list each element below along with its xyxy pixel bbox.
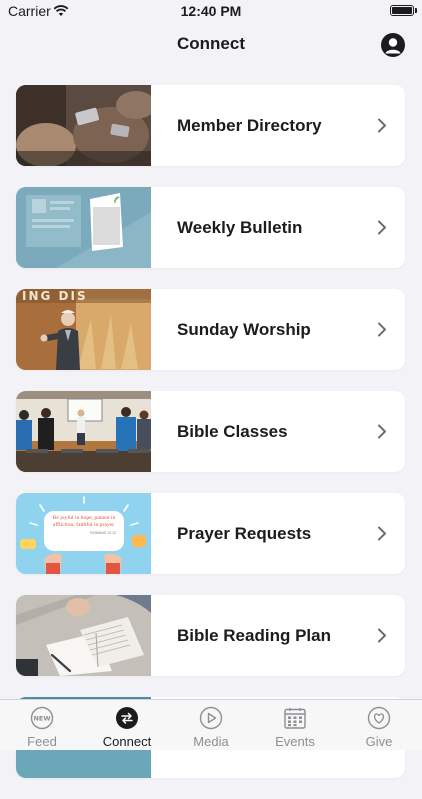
bible-classes-card[interactable]: Bible Classes bbox=[16, 391, 405, 472]
bible-reading-plan-label: Bible Reading Plan bbox=[177, 626, 331, 645]
weekly-bulletin-label: Weekly Bulletin bbox=[177, 218, 303, 237]
tab-media[interactable]: Media bbox=[169, 700, 253, 751]
tab-events[interactable]: Events bbox=[253, 700, 337, 751]
member-directory-thumbnail bbox=[16, 85, 151, 166]
prayer-thumbnail-verse: Be joyful in hope, patient in affliction… bbox=[46, 515, 122, 537]
prayer-requests-card[interactable]: Be joyful in hope, patient in affliction… bbox=[16, 493, 405, 574]
tab-feed[interactable]: NEW Feed bbox=[0, 700, 84, 751]
weekly-bulletin-thumbnail bbox=[16, 187, 151, 268]
chevron-right-icon bbox=[378, 220, 386, 235]
tab-feed-label: Feed bbox=[27, 734, 57, 749]
battery-nub bbox=[415, 8, 417, 13]
page-title: Connect bbox=[177, 34, 245, 53]
sunday-worship-card[interactable]: ING DIS Sunday Worship bbox=[16, 289, 405, 370]
heart-circle-icon bbox=[367, 706, 391, 730]
member-directory-label: Member Directory bbox=[177, 116, 322, 135]
prayer-verse-ref: ROMANS 12:12 bbox=[90, 531, 116, 536]
tab-give-label: Give bbox=[365, 734, 393, 749]
bible-reading-plan-card[interactable]: Bible Reading Plan bbox=[16, 595, 405, 676]
tab-bar: NEW Feed Connect Media Events Give bbox=[0, 699, 422, 750]
chevron-right-icon bbox=[378, 424, 386, 439]
prayer-verse-text: Be joyful in hope, patient in affliction… bbox=[52, 515, 116, 528]
bible-reading-plan-thumbnail bbox=[16, 595, 151, 676]
weekly-bulletin-card[interactable]: Weekly Bulletin bbox=[16, 187, 405, 268]
tab-events-label: Events bbox=[275, 734, 315, 749]
feed-badge-text: NEW bbox=[33, 715, 50, 723]
tab-connect-label: Connect bbox=[102, 734, 152, 749]
connect-list: Member Directory Weekly Bulletin ING DIS… bbox=[16, 85, 405, 799]
chevron-right-icon bbox=[378, 526, 386, 541]
prayer-requests-thumbnail: Be joyful in hope, patient in affliction… bbox=[16, 493, 151, 574]
profile-button[interactable] bbox=[381, 33, 405, 57]
status-bar: Carrier 12:40 PM bbox=[0, 0, 422, 24]
person-circle-icon bbox=[385, 38, 401, 54]
sunday-worship-label: Sunday Worship bbox=[177, 320, 311, 339]
clock: 12:40 PM bbox=[180, 3, 242, 19]
chevron-right-icon bbox=[378, 628, 386, 643]
chevron-right-icon bbox=[378, 118, 386, 133]
tab-media-label: Media bbox=[193, 734, 229, 749]
new-badge-icon: NEW bbox=[30, 706, 54, 730]
tab-connect[interactable]: Connect bbox=[85, 700, 169, 751]
member-directory-card[interactable]: Member Directory bbox=[16, 85, 405, 166]
prayer-requests-label: Prayer Requests bbox=[177, 524, 312, 543]
play-circle-icon bbox=[199, 706, 223, 730]
bible-classes-thumbnail bbox=[16, 391, 151, 472]
battery-icon bbox=[390, 5, 414, 16]
connect-arrows-icon bbox=[116, 707, 138, 729]
worship-banner-text: ING DIS bbox=[22, 289, 88, 303]
bible-classes-label: Bible Classes bbox=[177, 422, 288, 441]
calendar-icon bbox=[284, 708, 306, 729]
nav-bar: Connect bbox=[0, 24, 422, 64]
tab-give[interactable]: Give bbox=[337, 700, 421, 751]
chevron-right-icon bbox=[378, 322, 386, 337]
sunday-worship-thumbnail: ING DIS bbox=[16, 289, 151, 370]
